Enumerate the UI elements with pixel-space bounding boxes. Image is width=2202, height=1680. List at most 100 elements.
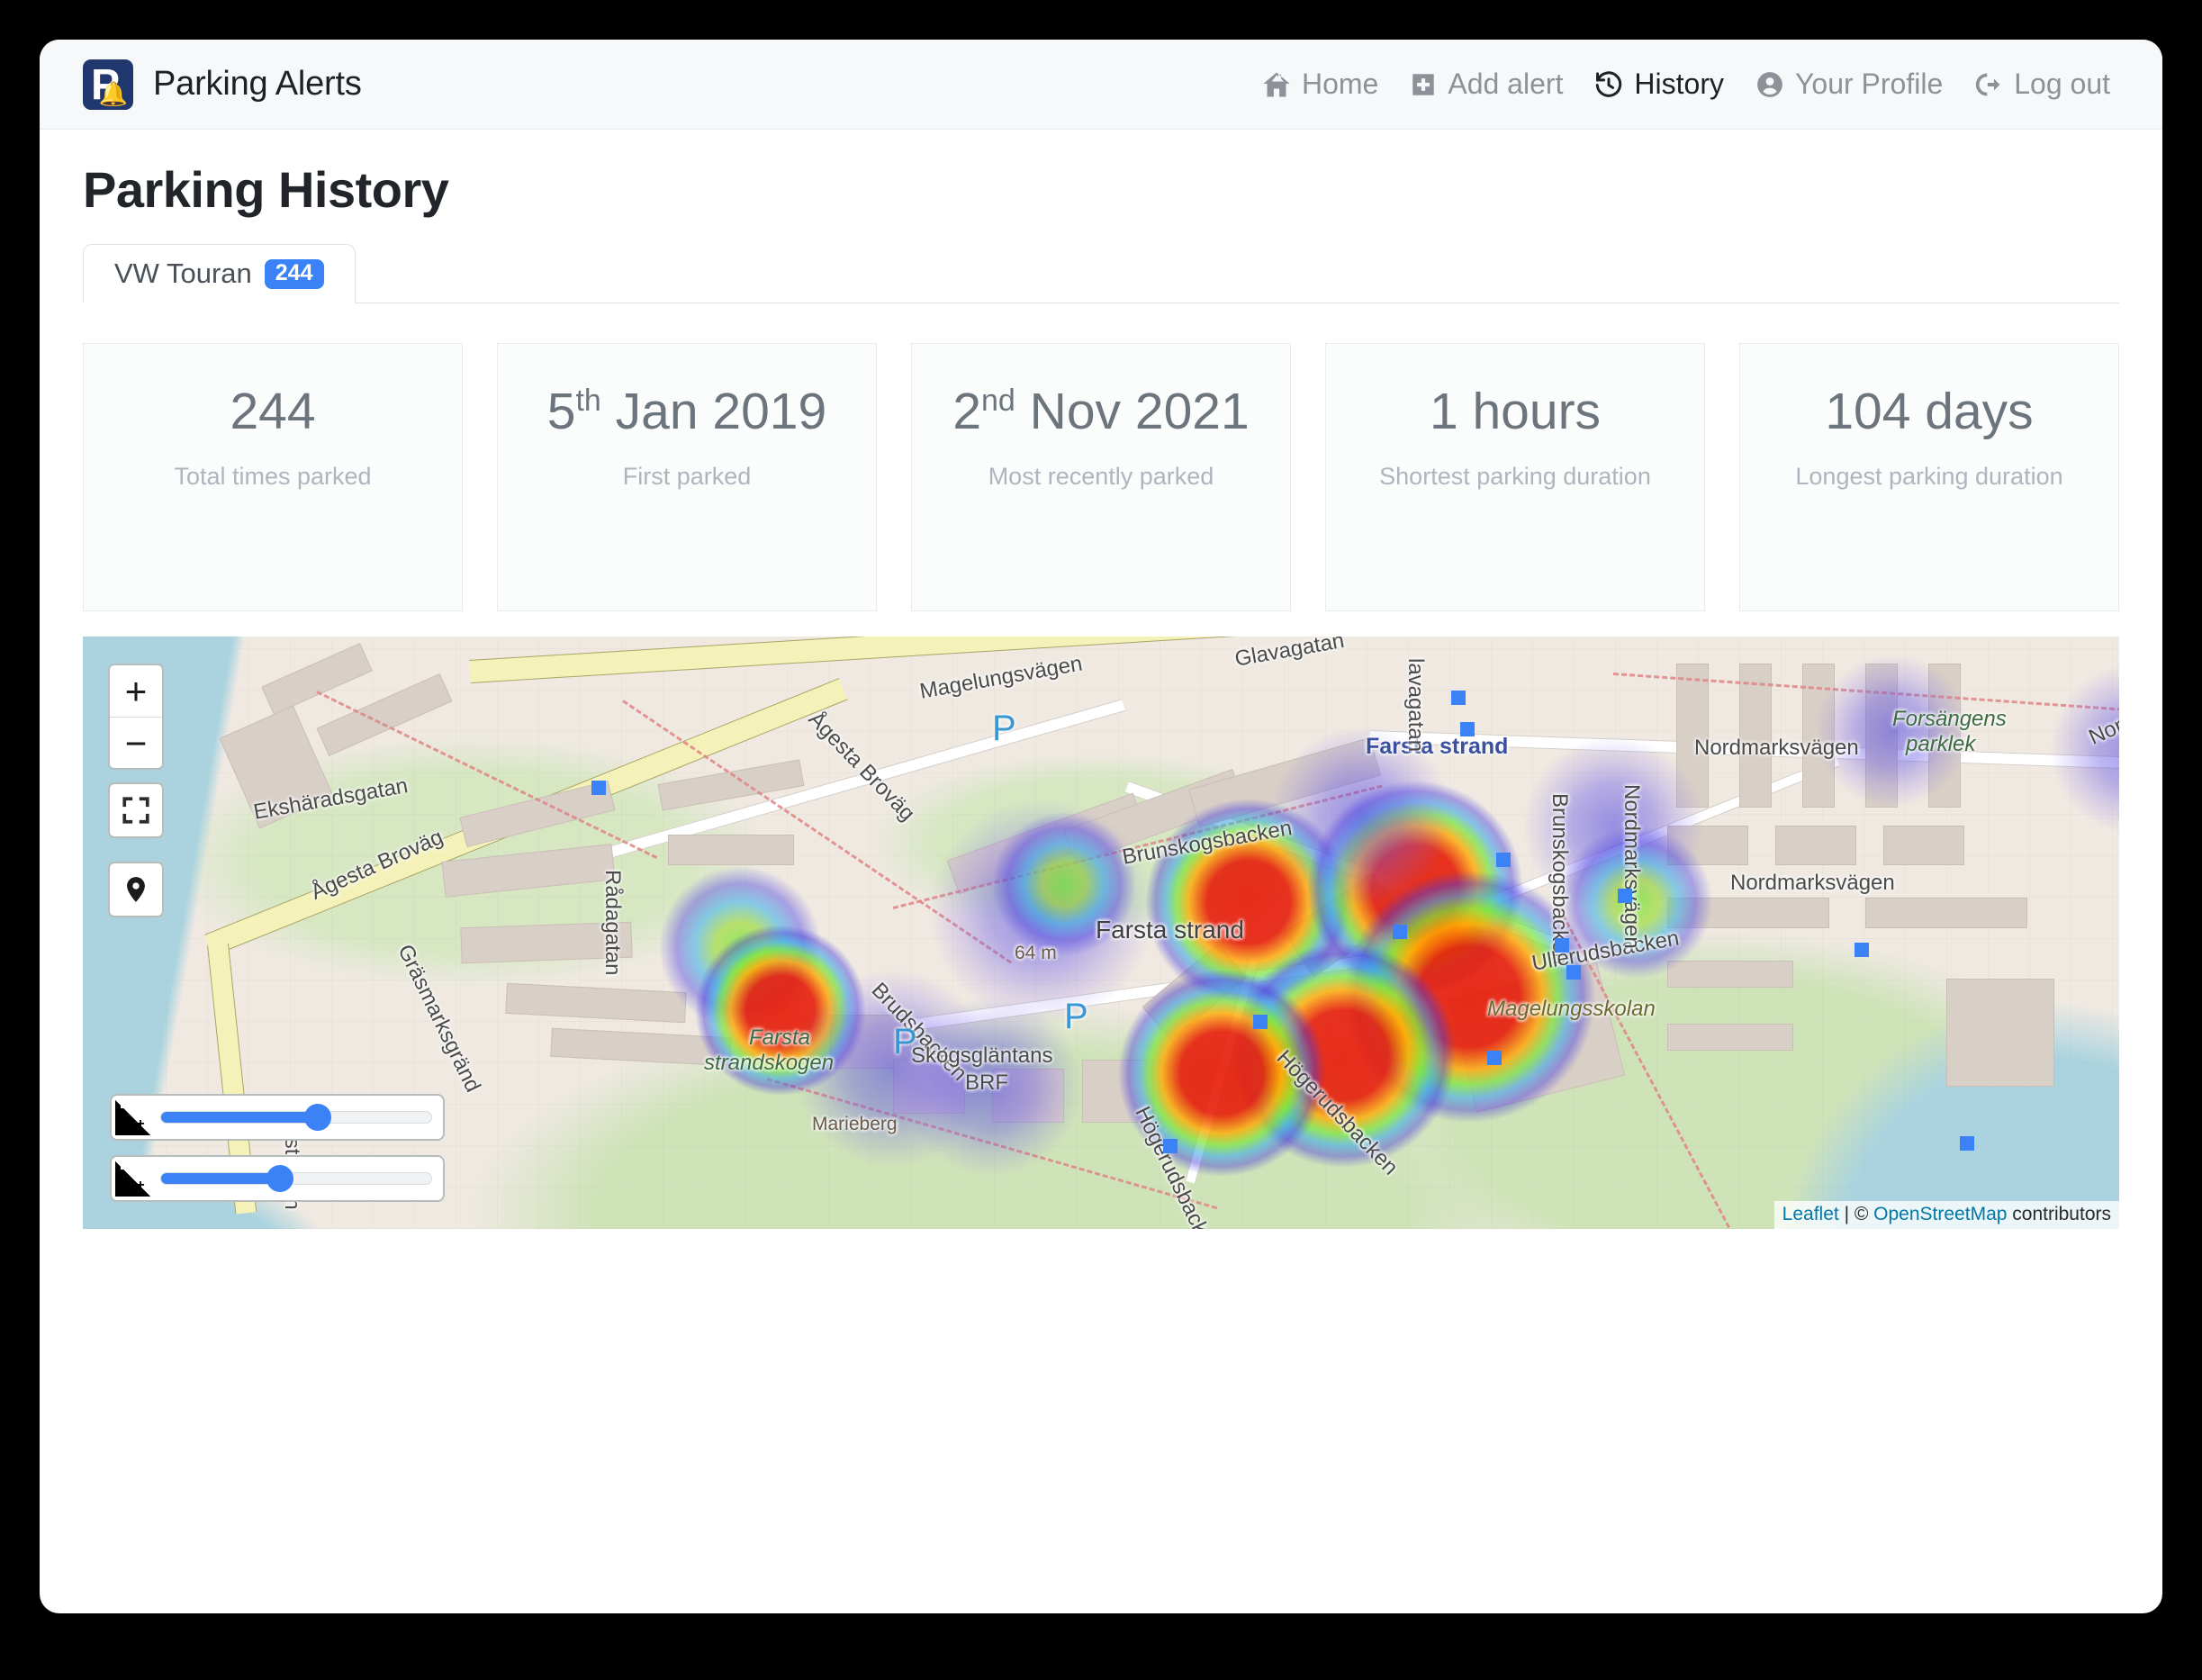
- parking-symbol-icon: P: [893, 1022, 917, 1061]
- stat-card-first-parked: 5th Jan 2019 First parked: [497, 343, 877, 611]
- stat-label: First parked: [622, 462, 752, 490]
- stat-value: 244: [230, 383, 316, 440]
- attrib-contributors: contributors: [2007, 1204, 2111, 1224]
- map-attribution: Leaflet | © OpenStreetMap contributors: [1773, 1201, 2119, 1229]
- map-marker[interactable]: [1855, 943, 1869, 957]
- building: [1667, 898, 1829, 928]
- clock-rotate-left-icon: [1593, 69, 1624, 100]
- building: [1667, 826, 1748, 865]
- map-marker[interactable]: [1496, 853, 1511, 867]
- stat-value: 104 days: [1825, 383, 2034, 440]
- building: [1667, 1024, 1793, 1051]
- tab-vw-touran[interactable]: VW Touran 244: [83, 244, 356, 303]
- attrib-separator: |: [1838, 1204, 1855, 1224]
- house-icon: [1261, 69, 1292, 100]
- nav-links: Home Add alert History Your Profile Log …: [1261, 68, 2110, 101]
- stat-card-total-times-parked: 244 Total times parked: [83, 343, 463, 611]
- expand-icon: [122, 797, 149, 824]
- nav-item-add-alert-label: Add alert: [1448, 68, 1564, 100]
- tab-vw-touran-label: VW Touran: [114, 257, 252, 289]
- nav-item-your-profile[interactable]: Your Profile: [1755, 68, 1943, 101]
- locate-button[interactable]: [108, 862, 164, 917]
- building: [1946, 979, 2054, 1087]
- page-content: Parking History VW Touran 244 244 Total …: [40, 130, 2162, 1229]
- nav-item-history-label: History: [1634, 68, 1724, 100]
- stat-value: 2nd Nov 2021: [952, 383, 1250, 440]
- building: [1802, 664, 1835, 808]
- zoom-control: + −: [108, 664, 164, 770]
- building: [460, 921, 633, 964]
- heatmap-radius-slider[interactable]: +: [110, 1094, 445, 1141]
- contrast-adjust-icon: +: [115, 1161, 151, 1197]
- map-marker[interactable]: [1618, 889, 1632, 903]
- stat-cards: 244 Total times parked 5th Jan 2019 Firs…: [83, 343, 2119, 611]
- user-circle-icon: [1755, 69, 1785, 100]
- stat-card-longest-parking-duration: 104 days Longest parking duration: [1739, 343, 2119, 611]
- building: [1865, 664, 1898, 808]
- map-marker[interactable]: [1460, 722, 1475, 736]
- stat-label: Most recently parked: [988, 462, 1214, 490]
- nav-item-log-out-label: Log out: [2014, 68, 2110, 100]
- fullscreen-button[interactable]: [108, 782, 164, 838]
- leaflet-link[interactable]: Leaflet: [1782, 1204, 1839, 1224]
- slider-track[interactable]: [160, 1104, 432, 1131]
- zoom-out-button[interactable]: −: [110, 718, 162, 768]
- map-marker[interactable]: [591, 781, 606, 795]
- map-marker[interactable]: [1960, 1136, 1974, 1151]
- nav-item-your-profile-label: Your Profile: [1794, 68, 1944, 100]
- plus-square-icon: [1409, 70, 1438, 99]
- nav-item-log-out[interactable]: Log out: [1973, 68, 2110, 101]
- stat-label: Total times parked: [174, 462, 372, 490]
- building: [668, 835, 794, 865]
- map-marker[interactable]: [1566, 965, 1581, 980]
- vehicle-tabs: VW Touran 244: [83, 244, 2119, 303]
- building: [992, 1069, 1064, 1123]
- building: [1676, 664, 1709, 808]
- parking-symbol-icon: P: [1064, 997, 1088, 1036]
- slider-thumb[interactable]: [304, 1104, 331, 1131]
- building: [1082, 1060, 1154, 1123]
- heatmap-intensity-slider[interactable]: +: [110, 1155, 445, 1202]
- stat-value: 5th Jan 2019: [546, 383, 827, 440]
- map-marker[interactable]: [1163, 1139, 1178, 1153]
- map-marker[interactable]: [1555, 938, 1569, 953]
- stat-label: Longest parking duration: [1795, 462, 2063, 490]
- stat-card-shortest-parking-duration: 1 hours Shortest parking duration: [1325, 343, 1705, 611]
- parking-bell-icon: P 🔔: [83, 59, 133, 110]
- zoom-in-button[interactable]: +: [110, 665, 162, 718]
- stat-value: 1 hours: [1429, 383, 1602, 440]
- ordinal-suffix: th: [575, 384, 601, 418]
- building: [1667, 961, 1793, 988]
- parking-symbol-icon: P: [992, 709, 1016, 748]
- navbar: P 🔔 Parking Alerts Home Add alert Histor…: [40, 40, 2162, 130]
- sign-out-icon: [1973, 69, 2004, 100]
- contrast-adjust-icon: +: [115, 1099, 151, 1135]
- slider-thumb[interactable]: [266, 1165, 293, 1192]
- app-window: P 🔔 Parking Alerts Home Add alert Histor…: [40, 40, 2162, 1613]
- nav-item-history[interactable]: History: [1593, 68, 1724, 101]
- stat-label: Shortest parking duration: [1379, 462, 1651, 490]
- building: [1775, 826, 1856, 865]
- brand-title: Parking Alerts: [153, 65, 362, 103]
- slider-track[interactable]: [160, 1165, 432, 1192]
- ordinal-suffix: nd: [981, 384, 1015, 418]
- map-pin-icon: [127, 877, 145, 902]
- nav-item-add-alert[interactable]: Add alert: [1409, 68, 1563, 101]
- building: [1928, 664, 1961, 808]
- tab-vw-touran-badge: 244: [264, 258, 324, 289]
- map-marker[interactable]: [1451, 691, 1466, 705]
- nav-item-home-label: Home: [1301, 68, 1379, 100]
- building: [893, 1060, 965, 1114]
- bell-icon: 🔔: [98, 79, 128, 107]
- map-marker[interactable]: [1253, 1015, 1268, 1029]
- page-title: Parking History: [83, 161, 449, 218]
- openstreetmap-link[interactable]: OpenStreetMap: [1873, 1204, 2007, 1224]
- map-marker[interactable]: [1393, 925, 1407, 939]
- stat-card-most-recently-parked: 2nd Nov 2021 Most recently parked: [911, 343, 1291, 611]
- map-marker[interactable]: [1487, 1051, 1502, 1065]
- brand[interactable]: P 🔔 Parking Alerts: [83, 59, 362, 110]
- nav-item-home[interactable]: Home: [1261, 68, 1378, 101]
- building: [1883, 826, 1964, 865]
- building: [1865, 898, 2027, 928]
- parking-heatmap[interactable]: Magelungsvägen Glavagatan Ågesta Broväg Åge…: [83, 637, 2119, 1229]
